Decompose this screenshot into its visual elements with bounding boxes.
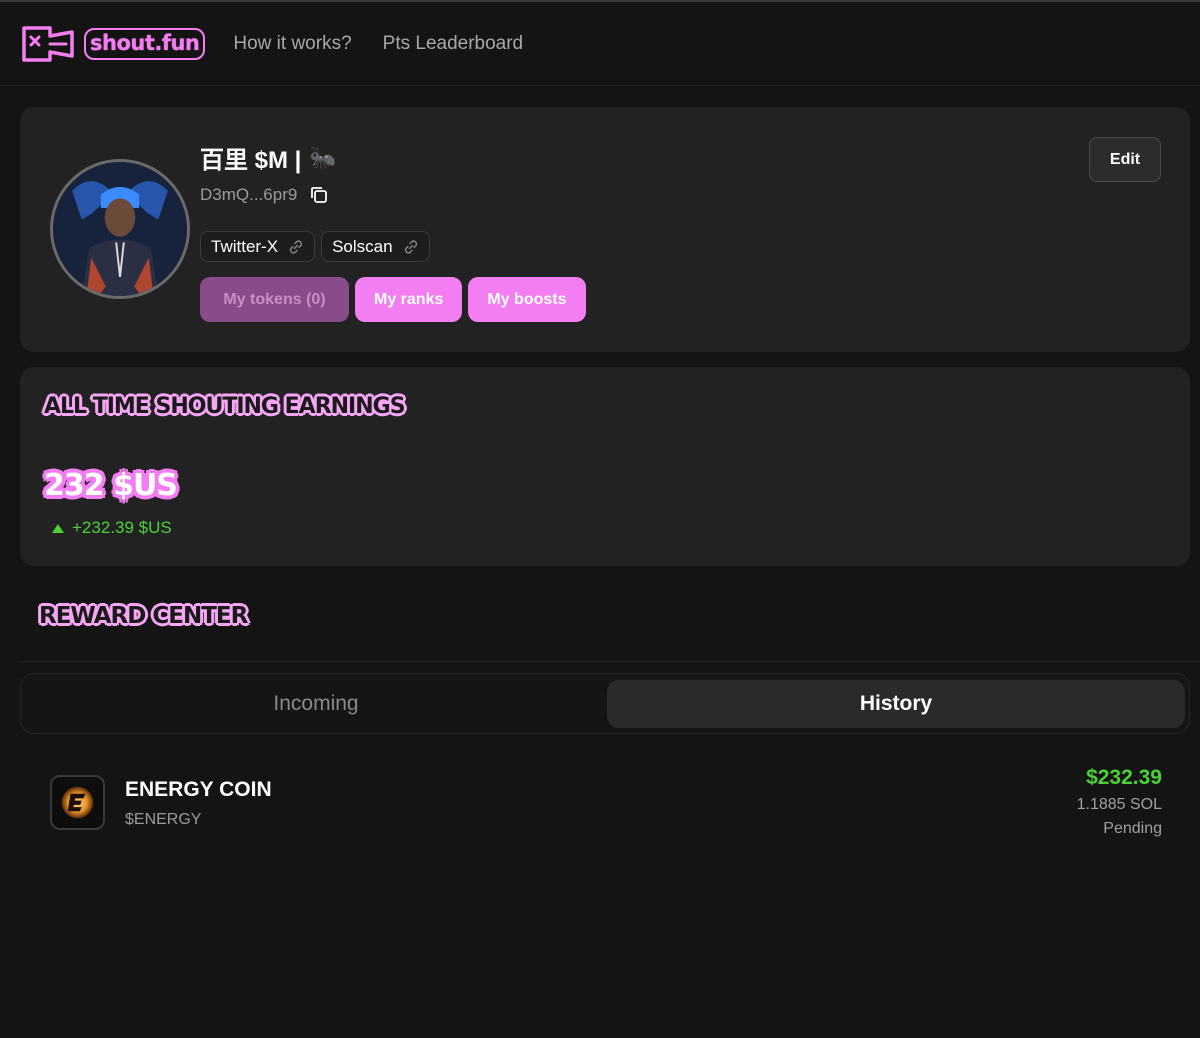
- wallet-address-row: D3mQ...6pr9: [200, 185, 329, 205]
- divider: [20, 661, 1200, 662]
- avatar-image: [53, 162, 187, 296]
- earnings-card: ALL TIME SHOUTING EARNINGS 232 $US +232.…: [20, 367, 1190, 566]
- energy-coin-image: [52, 777, 103, 828]
- twitter-x-link[interactable]: Twitter-X: [200, 231, 316, 262]
- my-boosts-button[interactable]: My boosts: [468, 277, 586, 322]
- reward-sol: 1.1885 SOL: [1076, 796, 1162, 813]
- earnings-title: ALL TIME SHOUTING EARNINGS: [44, 394, 406, 419]
- earnings-amount: 232 $US: [44, 468, 178, 503]
- earnings-change: +232.39 $US: [52, 518, 172, 538]
- reward-status: Pending: [1103, 820, 1162, 837]
- coin-name: ENERGY COIN: [125, 778, 272, 801]
- avatar: [50, 159, 190, 299]
- reward-center-title: REWARD CENTER: [39, 603, 248, 629]
- reward-list-item[interactable]: ENERGY COIN $ENERGY $232.39 1.1885 SOL P…: [50, 764, 1162, 854]
- ant-icon: 🐜: [309, 144, 337, 170]
- logo-text: shout.fun: [84, 27, 206, 60]
- link-icon: [289, 239, 303, 254]
- logo[interactable]: shout.fun: [20, 22, 206, 66]
- solscan-link[interactable]: Solscan: [321, 231, 430, 262]
- reward-tabs: Incoming History: [20, 673, 1190, 734]
- edit-profile-button[interactable]: Edit: [1089, 137, 1161, 182]
- copy-icon[interactable]: [309, 185, 329, 205]
- main-nav: How it works? Pts Leaderboard: [233, 33, 523, 55]
- reward-usd: $232.39: [1086, 766, 1162, 789]
- profile-actions: My tokens (0) My ranks My boosts: [200, 277, 586, 322]
- tab-incoming[interactable]: Incoming: [27, 680, 605, 728]
- display-name: 百里 $M | 🐜: [200, 140, 337, 175]
- wallet-address: D3mQ...6pr9: [200, 185, 298, 204]
- energy-coin-icon: [50, 775, 105, 830]
- my-tokens-button[interactable]: My tokens (0): [200, 277, 349, 322]
- nav-how-it-works[interactable]: How it works?: [233, 33, 351, 55]
- solscan-label: Solscan: [332, 236, 393, 256]
- reward-values: $232.39 1.1885 SOL Pending: [1077, 766, 1162, 838]
- twitter-x-label: Twitter-X: [211, 236, 279, 256]
- profile-card: 百里 $M | 🐜 D3mQ...6pr9 Twitter-X Solscan …: [20, 107, 1190, 352]
- site-header: shout.fun How it works? Pts Leaderboard: [0, 2, 1200, 86]
- social-links: Twitter-X Solscan: [200, 231, 430, 262]
- my-ranks-button[interactable]: My ranks: [355, 277, 463, 322]
- display-name-text: 百里 $M |: [200, 147, 302, 174]
- link-icon: [404, 239, 417, 254]
- nav-pts-leaderboard[interactable]: Pts Leaderboard: [383, 33, 524, 55]
- earnings-change-value: +232.39 $US: [72, 518, 172, 537]
- megaphone-logo-icon: [22, 25, 74, 62]
- tab-history[interactable]: History: [607, 680, 1185, 728]
- arrow-up-icon: [52, 523, 64, 533]
- coin-symbol: $ENERGY: [125, 811, 202, 828]
